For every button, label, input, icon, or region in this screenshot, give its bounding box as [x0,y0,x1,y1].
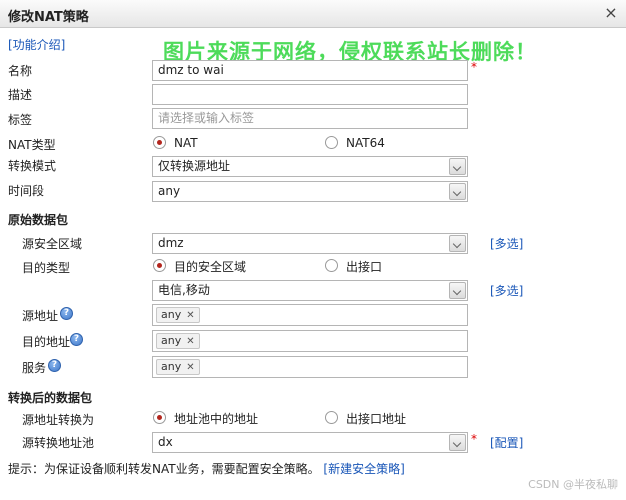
service-input[interactable]: any ✕ [152,356,468,378]
radio-nat-label: NAT [174,136,198,150]
radio-nat[interactable] [153,136,166,149]
dst-addr-label: 目的地址 [22,335,71,349]
footer-hint: 提示：为保证设备顺利转发NAT业务，需要配置安全策略。 [新建安全策略] [8,460,405,477]
radio-pool-address[interactable] [153,411,166,424]
mode-select[interactable]: 仅转换源地址 [152,156,468,177]
src-zone-select[interactable]: dmz [152,233,468,254]
chevron-down-icon[interactable] [449,158,466,175]
dst-zone-value: 电信,移动 [158,283,210,297]
radio-nat64-label: NAT64 [346,136,385,150]
chevron-down-icon[interactable] [449,434,466,451]
remove-icon[interactable]: ✕ [186,310,194,321]
help-icon[interactable]: ? [60,307,73,320]
pool-label: 源转换地址池 [22,436,95,450]
time-select[interactable]: any [152,181,468,202]
src-zone-value: dmz [158,236,184,250]
close-icon[interactable]: × [602,3,620,23]
nat-type-label: NAT类型 [8,138,56,152]
tag-text: any [161,308,182,321]
radio-out-interface-address[interactable] [325,411,338,424]
dst-zone-multiselect-link[interactable]: [多选] [490,282,523,299]
radio-out-interface[interactable] [325,259,338,272]
service-tag[interactable]: any ✕ [156,359,200,375]
radio-dst-zone[interactable] [153,259,166,272]
dst-addr-tag[interactable]: any ✕ [156,333,200,349]
required-mark: * [471,432,477,446]
src-addr-label: 源地址 [22,309,59,323]
description-input[interactable] [152,84,468,105]
tag-input[interactable]: 请选择或输入标签 [152,108,468,129]
dst-zone-select[interactable]: 电信,移动 [152,280,468,301]
time-label: 时间段 [8,184,45,198]
dst-addr-input[interactable]: any ✕ [152,330,468,352]
dialog-titlebar: 修改NAT策略 × [0,0,626,28]
help-icon[interactable]: ? [48,359,61,372]
radio-dst-zone-label: 目的安全区域 [174,260,247,274]
footer-hint-text: 提示：为保证设备顺利转发NAT业务，需要配置安全策略。 [8,462,320,476]
src-addr-tag[interactable]: any ✕ [156,307,200,323]
mode-value: 仅转换源地址 [158,159,231,173]
remove-icon[interactable]: ✕ [186,362,194,373]
radio-nat64[interactable] [325,136,338,149]
credit-watermark: CSDN @半夜私聊 [528,478,618,491]
src-zone-label: 源安全区域 [22,237,83,251]
tag-text: any [161,360,182,373]
remove-icon[interactable]: ✕ [186,336,194,347]
chevron-down-icon[interactable] [449,183,466,200]
translated-packet-heading: 转换后的数据包 [8,391,93,405]
dialog-title: 修改NAT策略 [8,10,89,25]
tag-label: 标签 [8,113,33,127]
description-label: 描述 [8,88,33,102]
src-addr-input[interactable]: any ✕ [152,304,468,326]
radio-out-interface-label: 出接口 [346,260,383,274]
pool-config-link[interactable]: [配置] [490,434,523,451]
new-policy-link[interactable]: [新建安全策略] [323,462,404,476]
mode-label: 转换模式 [8,159,57,173]
help-icon[interactable]: ? [70,333,83,346]
service-label: 服务 [22,361,47,375]
chevron-down-icon[interactable] [449,282,466,299]
name-label: 名称 [8,64,33,78]
pool-select[interactable]: dx [152,432,468,453]
radio-out-interface-address-label: 出接口地址 [346,412,407,426]
src-zone-multiselect-link[interactable]: [多选] [490,235,523,252]
chevron-down-icon[interactable] [449,235,466,252]
feature-intro-link[interactable]: [功能介绍] [8,36,65,53]
convert-label: 源地址转换为 [22,413,95,427]
pool-value: dx [158,435,173,449]
time-value: any [158,184,181,198]
radio-pool-address-label: 地址池中的地址 [174,412,259,426]
required-mark: * [471,60,477,74]
tag-text: any [161,334,182,347]
original-packet-heading: 原始数据包 [8,213,69,227]
dst-type-label: 目的类型 [22,261,71,275]
name-input[interactable]: dmz to wai [152,60,468,81]
